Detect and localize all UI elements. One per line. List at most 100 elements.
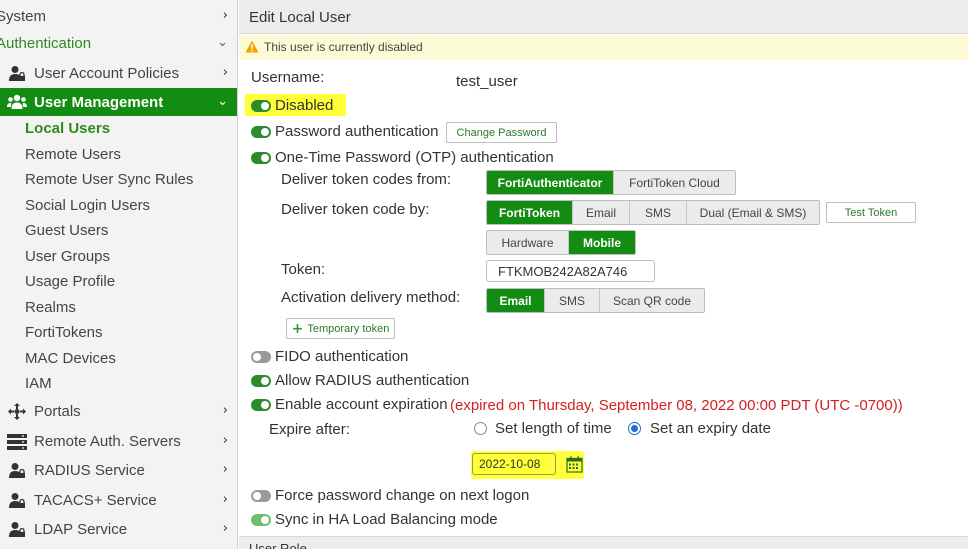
calendar-icon[interactable] bbox=[566, 456, 584, 477]
token-select[interactable]: FTKMOB242A82A746 bbox=[486, 260, 655, 282]
sidebar-item-label: Remote Auth. Servers bbox=[34, 433, 181, 450]
sidebar-item-iam[interactable]: IAM bbox=[0, 371, 237, 396]
sidebar-item-label: LDAP Service bbox=[34, 521, 128, 538]
chevron-right-icon: › bbox=[222, 8, 228, 23]
option-scan-qr-code[interactable]: Scan QR code bbox=[600, 289, 704, 312]
plus-icon: + bbox=[291, 320, 304, 337]
sidebar: System › Authentication ⌄ User Account P… bbox=[0, 0, 238, 549]
otp-label: One-Time Password (OTP) authentication bbox=[275, 149, 554, 166]
activation-selector: Email SMS Scan QR code bbox=[486, 288, 705, 313]
expiry-date-value: 2022-10-08 bbox=[479, 457, 541, 471]
sidebar-item-label: Social Login Users bbox=[25, 197, 151, 214]
set-expiry-date-label: Set an expiry date bbox=[650, 420, 771, 437]
sidebar-item-user-groups[interactable]: User Groups bbox=[0, 244, 237, 269]
sidebar-item-portals[interactable]: Portals › bbox=[0, 399, 237, 424]
set-length-radio[interactable] bbox=[474, 422, 487, 435]
sidebar-item-tacacs-service[interactable]: TACACS+ Service › bbox=[0, 488, 237, 513]
sidebar-item-system[interactable]: System › bbox=[0, 4, 237, 29]
sidebar-item-label: MAC Devices bbox=[25, 350, 116, 367]
page-header: Edit Local User bbox=[239, 0, 968, 34]
option-fortitoken-cloud[interactable]: FortiToken Cloud bbox=[614, 171, 735, 194]
sidebar-item-mac-devices[interactable]: MAC Devices bbox=[0, 346, 237, 371]
sidebar-item-radius-service[interactable]: RADIUS Service › bbox=[0, 458, 237, 483]
token-type-selector: Hardware Mobile bbox=[486, 230, 636, 255]
option-dual-email-sms[interactable]: Dual (Email & SMS) bbox=[687, 201, 819, 224]
sidebar-item-label: Local Users bbox=[25, 120, 111, 137]
fido-label: FIDO authentication bbox=[275, 348, 409, 365]
expire-after-label: Expire after: bbox=[269, 421, 350, 438]
deliver-by-label: Deliver token code by: bbox=[281, 201, 430, 218]
option-fortiauthenticator[interactable]: FortiAuthenticator bbox=[487, 171, 614, 194]
option-email[interactable]: Email bbox=[573, 201, 630, 224]
option-activation-sms[interactable]: SMS bbox=[545, 289, 600, 312]
sidebar-item-label: User Account Policies bbox=[34, 65, 180, 82]
user-role-section-header[interactable]: User Role bbox=[239, 536, 968, 549]
option-sms[interactable]: SMS bbox=[630, 201, 687, 224]
sidebar-item-label: User Groups bbox=[25, 248, 111, 265]
otp-toggle[interactable] bbox=[251, 152, 271, 164]
chevron-right-icon: › bbox=[222, 521, 228, 536]
radius-toggle[interactable] bbox=[251, 375, 271, 387]
sidebar-item-authentication[interactable]: Authentication ⌄ bbox=[0, 31, 237, 56]
expiration-toggle[interactable] bbox=[251, 399, 271, 411]
sidebar-item-ldap-service[interactable]: LDAP Service › bbox=[0, 517, 237, 542]
fido-toggle[interactable] bbox=[251, 351, 271, 363]
force-password-toggle[interactable] bbox=[251, 490, 271, 502]
sidebar-item-label: Remote Users bbox=[25, 146, 121, 163]
sidebar-item-guest-users[interactable]: Guest Users bbox=[0, 218, 237, 243]
sidebar-item-remote-auth-servers[interactable]: Remote Auth. Servers › bbox=[0, 429, 237, 454]
page-title: Edit Local User bbox=[249, 9, 351, 26]
activation-label: Activation delivery method: bbox=[281, 289, 461, 306]
expiry-date-input[interactable]: 2022-10-08 bbox=[472, 453, 556, 475]
sidebar-item-label: User Management bbox=[34, 93, 164, 111]
username-label: Username: bbox=[251, 69, 325, 86]
test-token-button[interactable]: Test Token bbox=[826, 202, 916, 223]
users-icon bbox=[7, 93, 27, 111]
sidebar-item-realms[interactable]: Realms bbox=[0, 295, 237, 320]
network-portals-icon bbox=[7, 403, 27, 421]
sidebar-item-social-login-users[interactable]: Social Login Users bbox=[0, 193, 237, 218]
option-hardware[interactable]: Hardware bbox=[487, 231, 569, 254]
sidebar-item-label: Realms bbox=[25, 299, 76, 316]
option-activation-email[interactable]: Email bbox=[487, 289, 545, 312]
expiration-label: Enable account expiration bbox=[275, 396, 448, 413]
temporary-token-button[interactable]: + Temporary token bbox=[286, 318, 395, 339]
chevron-right-icon: › bbox=[222, 433, 228, 448]
sidebar-item-remote-users[interactable]: Remote Users bbox=[0, 142, 237, 167]
set-expiry-date-radio[interactable] bbox=[628, 422, 641, 435]
user-lock-icon bbox=[7, 462, 27, 480]
sidebar-item-label: TACACS+ Service bbox=[34, 492, 157, 509]
sidebar-item-fortitokens[interactable]: FortiTokens bbox=[0, 320, 237, 345]
sidebar-item-usage-profile[interactable]: Usage Profile bbox=[0, 269, 237, 294]
sync-ha-toggle[interactable] bbox=[251, 514, 271, 526]
temporary-token-label: Temporary token bbox=[307, 322, 390, 335]
warning-icon bbox=[245, 40, 259, 57]
sidebar-item-local-users[interactable]: Local Users bbox=[0, 116, 237, 141]
option-mobile[interactable]: Mobile bbox=[569, 231, 635, 254]
sidebar-item-user-management[interactable]: User Management ⌄ bbox=[0, 88, 237, 116]
disabled-label: Disabled bbox=[275, 97, 334, 114]
server-icon bbox=[7, 433, 27, 451]
user-lock-icon bbox=[7, 521, 27, 539]
token-value: FTKMOB242A82A746 bbox=[498, 263, 628, 279]
set-length-label: Set length of time bbox=[495, 420, 612, 437]
password-auth-label: Password authentication bbox=[275, 123, 439, 140]
sidebar-item-remote-user-sync-rules[interactable]: Remote User Sync Rules bbox=[0, 167, 237, 192]
password-auth-toggle[interactable] bbox=[251, 126, 271, 138]
sidebar-item-label: System bbox=[0, 8, 47, 25]
sidebar-item-label: Portals bbox=[34, 403, 81, 420]
force-password-label: Force password change on next logon bbox=[275, 487, 530, 504]
warning-banner: This user is currently disabled bbox=[239, 35, 968, 60]
sidebar-item-label: Usage Profile bbox=[25, 273, 116, 290]
deliver-by-selector: FortiToken Email SMS Dual (Email & SMS) bbox=[486, 200, 820, 225]
chevron-right-icon: › bbox=[222, 462, 228, 477]
disabled-toggle[interactable] bbox=[251, 100, 271, 112]
sidebar-item-label: RADIUS Service bbox=[34, 462, 145, 479]
chevron-right-icon: › bbox=[222, 65, 228, 80]
option-fortitoken[interactable]: FortiToken bbox=[487, 201, 573, 224]
chevron-down-icon: ⌄ bbox=[217, 35, 228, 50]
edit-local-user-panel: Edit Local User This user is currently d… bbox=[239, 0, 968, 549]
sidebar-item-user-account-policies[interactable]: User Account Policies › bbox=[0, 61, 237, 86]
username-value: test_user bbox=[456, 73, 518, 90]
change-password-button[interactable]: Change Password bbox=[446, 122, 557, 143]
